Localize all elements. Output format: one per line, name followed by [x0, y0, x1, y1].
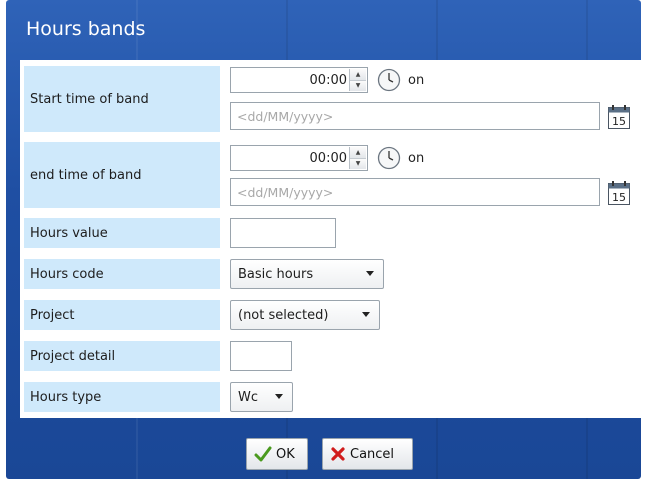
end-calendar-day: 15 [612, 191, 626, 204]
hours-bands-dialog: Hours bands Start time of band 00:00 ▲ ▼… [6, 0, 641, 479]
end-time-label: end time of band [24, 142, 220, 208]
checkmark-icon [254, 446, 272, 462]
project-label: Project [24, 300, 220, 330]
project-selected: (not selected) [238, 307, 329, 323]
ok-button-label: OK [276, 446, 295, 462]
end-time-input[interactable]: 00:00 ▲ ▼ [230, 145, 368, 171]
chevron-down-icon [275, 394, 283, 399]
hours-code-label: Hours code [24, 259, 220, 289]
hours-value-input[interactable] [230, 218, 336, 248]
cancel-button-label: Cancel [350, 446, 395, 462]
start-date-input[interactable]: <dd/MM/yyyy> [230, 102, 600, 130]
end-on-label: on [408, 151, 425, 166]
end-date-input[interactable]: <dd/MM/yyyy> [230, 178, 600, 206]
start-on-label: on [408, 73, 425, 88]
end-time-spinner[interactable]: ▲ ▼ [349, 147, 366, 169]
start-calendar-day: 15 [612, 115, 626, 128]
chevron-down-icon [366, 271, 374, 276]
spin-down-icon[interactable]: ▼ [350, 79, 366, 91]
hours-type-select[interactable]: Wc [230, 382, 293, 412]
calendar-icon[interactable]: 15 [608, 105, 630, 129]
hours-value-label: Hours value [24, 218, 220, 248]
start-time-spinner[interactable]: ▲ ▼ [349, 69, 366, 91]
start-time-input[interactable]: 00:00 ▲ ▼ [230, 67, 368, 93]
hours-code-select[interactable]: Basic hours [230, 259, 384, 289]
clock-icon[interactable] [377, 146, 401, 170]
spin-up-icon[interactable]: ▲ [350, 147, 366, 158]
spin-down-icon[interactable]: ▼ [350, 157, 366, 169]
hours-type-selected: Wc [238, 389, 259, 405]
form-panel: Start time of band 00:00 ▲ ▼ on <dd/MM/y… [20, 60, 641, 418]
chevron-down-icon [362, 312, 370, 317]
cancel-button[interactable]: Cancel [322, 438, 413, 470]
project-detail-input[interactable] [230, 341, 292, 371]
end-time-value: 00:00 [309, 150, 347, 166]
clock-icon[interactable] [377, 68, 401, 92]
calendar-icon[interactable]: 15 [608, 181, 630, 205]
project-detail-label: Project detail [24, 341, 220, 371]
start-time-label: Start time of band [24, 66, 220, 132]
dialog-title: Hours bands [26, 18, 146, 40]
close-icon [331, 447, 345, 461]
ok-button[interactable]: OK [246, 438, 308, 470]
start-time-value: 00:00 [309, 72, 347, 88]
project-select[interactable]: (not selected) [230, 300, 380, 330]
spin-up-icon[interactable]: ▲ [350, 69, 366, 80]
hours-type-label: Hours type [24, 382, 220, 412]
hours-code-selected: Basic hours [238, 266, 314, 282]
